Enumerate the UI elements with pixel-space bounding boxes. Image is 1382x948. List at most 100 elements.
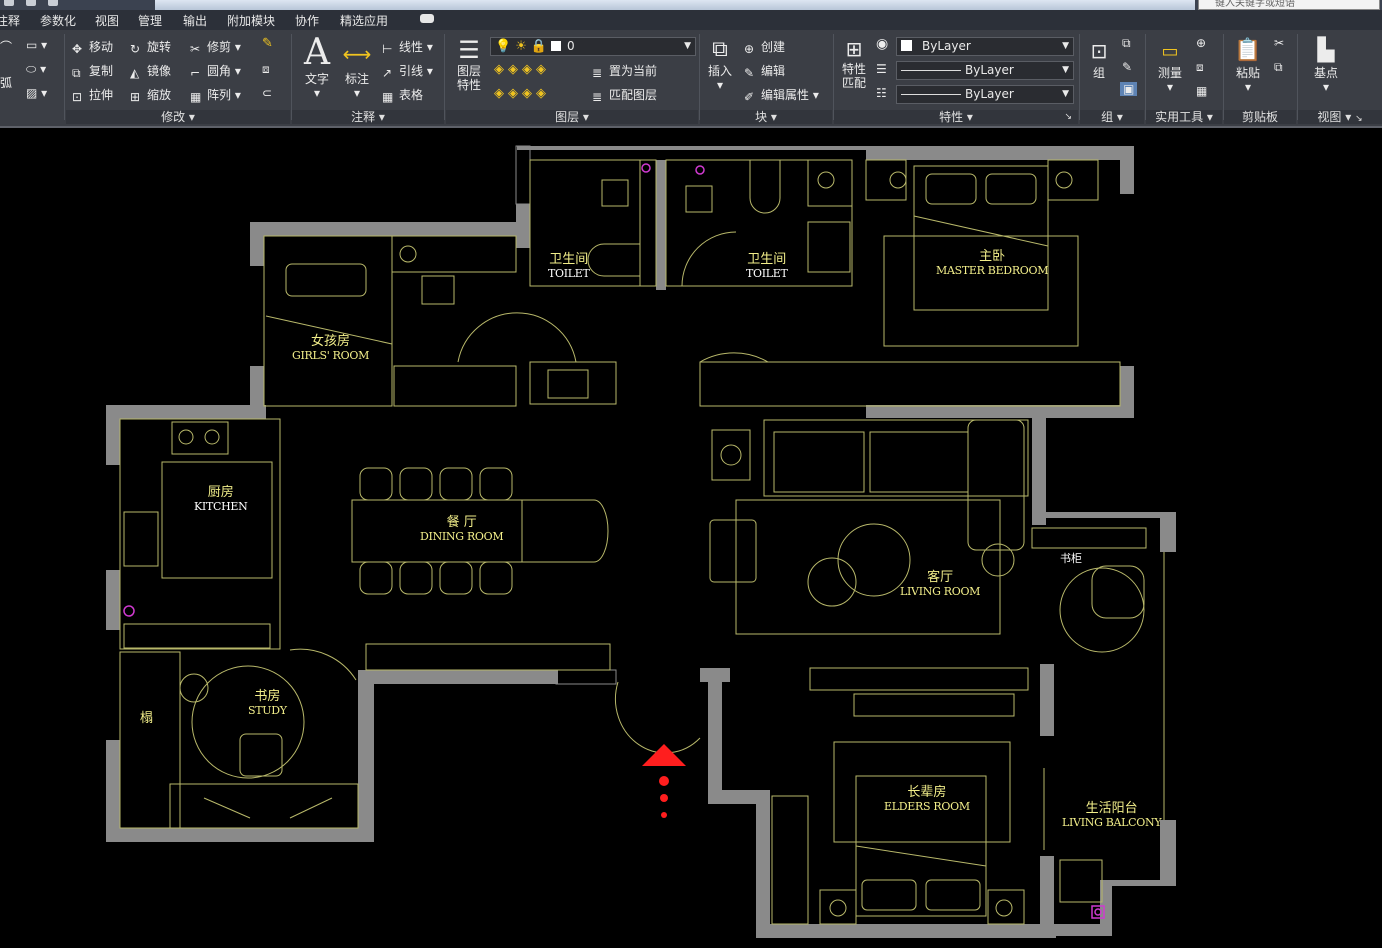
- create-block-button[interactable]: ⊕ 创建: [744, 38, 785, 56]
- scale-button[interactable]: ⊞ 缩放: [130, 86, 172, 104]
- linetype-dropdown[interactable]: ByLayer ▼: [896, 61, 1074, 80]
- lineweight-dropdown[interactable]: ByLayer ▼: [896, 85, 1074, 104]
- match-layer-button[interactable]: ≣ 匹配图层: [592, 86, 657, 104]
- mirror-button[interactable]: ◭ 镜像: [130, 62, 172, 80]
- linetype-icon[interactable]: ☰: [876, 62, 887, 76]
- edit-attributes-icon: ✐: [744, 90, 755, 104]
- ungroup-icon[interactable]: ⧉: [1122, 36, 1131, 51]
- calculator-icon[interactable]: ▦: [1196, 84, 1207, 98]
- set-current-icon: ≣: [592, 66, 603, 80]
- color-wheel-icon[interactable]: ◉: [876, 36, 888, 52]
- match-layer-icon: ≣: [592, 90, 603, 104]
- tab-view[interactable]: 视图: [95, 12, 119, 29]
- undo-icon[interactable]: [48, 0, 58, 6]
- fillet-button[interactable]: ⌐ 圆角 ▾: [190, 62, 241, 80]
- move-button[interactable]: ✥ 移动: [72, 38, 113, 56]
- view-panel: ▙ 基点 ▾ 视图 ▾ ↘: [1298, 30, 1382, 126]
- layer-color-swatch: [551, 41, 562, 51]
- search-input[interactable]: 键入关键字或短语: [1198, 0, 1380, 10]
- trim-button[interactable]: ✂ 修剪 ▾: [190, 38, 241, 56]
- scale-label: 缩放: [147, 88, 172, 102]
- ellipse-icon[interactable]: ⬭ ▾: [26, 62, 46, 77]
- rotate-button[interactable]: ↻ 旋转: [130, 38, 171, 56]
- drawing-canvas[interactable]: 卫生间 TOILET 卫生间 TOILET 主卧 MASTER BEDROOM 女孩房…: [0, 128, 1382, 948]
- ribbon-options-icon[interactable]: [420, 14, 434, 23]
- room-label-toilet-1: 卫生间 TOILET: [548, 252, 590, 280]
- paste-button[interactable]: 📋 粘贴 ▾: [1228, 36, 1268, 94]
- table-button[interactable]: ▦ 表格: [382, 86, 423, 104]
- hatch-icon[interactable]: ▨ ▾: [26, 86, 47, 100]
- tab-featured-apps[interactable]: 精选应用: [340, 12, 388, 29]
- array-button[interactable]: ▦ 阵列 ▾: [190, 86, 241, 104]
- match-properties-label-1: 特性: [841, 62, 866, 76]
- insert-button[interactable]: ⧉ 插入 ▾: [702, 36, 738, 92]
- group-button[interactable]: ⊡ 组: [1082, 36, 1116, 80]
- block-panel-label[interactable]: 块 ▾: [700, 110, 832, 124]
- trim-label: 修剪: [207, 40, 232, 54]
- rectangle-icon[interactable]: ▭ ▾: [26, 38, 47, 52]
- offset-icon[interactable]: ⊂: [262, 86, 272, 100]
- fillet-icon: ⌐: [190, 66, 201, 80]
- current-layer: 0: [567, 39, 575, 53]
- edit-attributes-button[interactable]: ✐ 编辑属性 ▾: [744, 86, 819, 104]
- color-dropdown[interactable]: ByLayer ▼: [896, 37, 1074, 56]
- save-icon[interactable]: [26, 0, 36, 6]
- draw-item-arc[interactable]: 弧: [0, 74, 12, 91]
- tab-output[interactable]: 输出: [183, 12, 207, 29]
- match-properties-label-2: 匹配: [841, 76, 866, 90]
- modify-panel-label[interactable]: 修改 ▾: [66, 110, 290, 124]
- properties-panel-label[interactable]: 特性 ▾ ↘: [834, 110, 1078, 124]
- stretch-button[interactable]: ⊡ 拉伸: [72, 86, 114, 104]
- explode-icon[interactable]: ⧈: [262, 62, 270, 77]
- mirror-label: 镜像: [147, 64, 172, 78]
- layer-tools-row-2[interactable]: ◈ ◈ ◈ ◈: [494, 86, 550, 101]
- annotation-panel: A 文字 ▾ ⟷ 标注 ▾ ⊢ 线性 ▾ ↗ 引线 ▾ ▦ 表格 注释 ▾: [292, 30, 444, 126]
- base-point-icon: ▙: [1317, 38, 1335, 63]
- layer-tools-row-1[interactable]: ◈ ◈ ◈ ◈: [494, 62, 550, 77]
- leader-icon: ↗: [382, 66, 393, 80]
- tab-manage[interactable]: 管理: [138, 12, 162, 29]
- dimension-button[interactable]: ⟷ 标注 ▾: [340, 36, 374, 100]
- clipboard-panel-label[interactable]: 剪贴板: [1224, 110, 1296, 124]
- tab-collaborate[interactable]: 协作: [295, 12, 319, 29]
- measure-button[interactable]: ▭ 测量 ▾: [1150, 38, 1190, 94]
- set-current-label: 置为当前: [609, 64, 658, 78]
- erase-icon[interactable]: ✎: [262, 36, 277, 51]
- copy-button[interactable]: ⧉ 复制: [72, 62, 113, 80]
- linear-button[interactable]: ⊢ 线性 ▾: [382, 38, 433, 56]
- group-select-icon[interactable]: ▣: [1120, 82, 1138, 96]
- block-panel: ⧉ 插入 ▾ ⊕ 创建 ✎ 编辑 ✐ 编辑属性 ▾ 块 ▾: [700, 30, 832, 126]
- tab-annotate[interactable]: 注释: [0, 12, 20, 29]
- arc-icon[interactable]: ⌒: [0, 38, 12, 55]
- tab-parametric[interactable]: 参数化: [40, 12, 76, 29]
- group-label: 组: [1092, 66, 1105, 80]
- layer-properties-button[interactable]: ☰ 图层 特性: [450, 36, 488, 92]
- leader-button[interactable]: ↗ 引线 ▾: [382, 62, 433, 80]
- text-icon: A: [304, 32, 330, 73]
- copy-icon: ⧉: [72, 66, 81, 80]
- base-point-button[interactable]: ▙ 基点 ▾: [1304, 36, 1348, 94]
- stretch-label: 拉伸: [89, 88, 114, 102]
- groups-panel: ⊡ 组 ⧉ ✎ ▣ 组 ▾: [1080, 30, 1144, 126]
- quick-access-icon[interactable]: [4, 0, 14, 6]
- scale-icon: ⊞: [130, 90, 141, 104]
- layer-dropdown[interactable]: 💡 ☀ 🔒 0 ▼: [490, 37, 696, 56]
- match-properties-button[interactable]: ⊞ 特性 匹配: [836, 36, 872, 90]
- copy-clip-icon[interactable]: ⧉: [1274, 60, 1283, 75]
- cut-icon[interactable]: ✂: [1274, 36, 1284, 50]
- linear-dim-icon: ⊢: [382, 42, 393, 56]
- lightbulb-icon: 💡: [495, 39, 512, 54]
- groups-panel-label[interactable]: 组 ▾: [1080, 110, 1144, 124]
- set-current-button[interactable]: ≣ 置为当前: [592, 62, 658, 80]
- text-button[interactable]: A 文字 ▾: [300, 32, 334, 101]
- layers-panel-label[interactable]: 图层 ▾: [446, 110, 698, 124]
- annotation-panel-label[interactable]: 注释 ▾: [292, 110, 444, 124]
- lineweight-icon[interactable]: ☷: [876, 86, 887, 100]
- view-panel-label[interactable]: 视图 ▾ ↘: [1298, 110, 1382, 124]
- tab-addins[interactable]: 附加模块: [227, 12, 275, 29]
- group-edit-icon[interactable]: ✎: [1122, 60, 1132, 74]
- id-point-icon[interactable]: ⊕: [1196, 36, 1206, 50]
- edit-block-button[interactable]: ✎ 编辑: [744, 62, 785, 80]
- quick-select-icon[interactable]: ⧈: [1196, 60, 1204, 75]
- utilities-panel-label[interactable]: 实用工具 ▾: [1146, 110, 1222, 124]
